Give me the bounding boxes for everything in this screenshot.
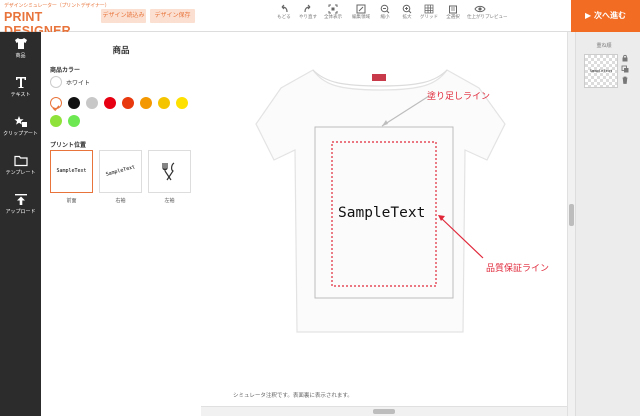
zoom-in-label: 拡大 (402, 15, 412, 20)
clipart-icon (13, 116, 27, 127)
duplicate-icon[interactable] (621, 65, 629, 73)
preview-button[interactable]: 仕上がりプレビュー (467, 4, 508, 20)
redo-label: やり直す (299, 15, 317, 20)
current-color-swatch (50, 76, 62, 88)
color-swatch-lime[interactable] (50, 115, 62, 127)
delete-all-button[interactable]: 全選択 (442, 4, 464, 20)
delete-all-icon (449, 5, 457, 14)
layers-panel: 重ね順 SampleText (575, 32, 640, 416)
left-sidebar: 商品 テキスト クリップアート テンプレート アップロード (0, 32, 41, 416)
view-right-sleeve-label: 右袖 (115, 198, 126, 204)
view-front-label: 前面 (66, 198, 77, 204)
zoom-in-icon (402, 4, 412, 14)
vertical-scrollbar[interactable] (567, 32, 575, 416)
sidebar-label-product: 商品 (15, 53, 26, 59)
view-right-sleeve-thumbnail[interactable]: SampleText (99, 150, 142, 193)
trash-icon[interactable] (621, 76, 629, 84)
print-designer-app: デザインシミュレーター（プリントデザイナー） PRINT DESIGNER デザ… (0, 0, 640, 416)
color-section-label: 商品カラー (50, 67, 81, 74)
sidebar-item-upload[interactable]: アップロード (0, 188, 41, 227)
zoom-in-button[interactable]: 拡大 (396, 4, 418, 20)
load-design-button[interactable]: デザイン読込み (101, 9, 146, 23)
zoom-out-icon (380, 4, 390, 14)
product-panel: 商品 商品カラー ホワイト プリント位置 SampleText 前面 Sampl… (41, 32, 201, 416)
fit-all-label: 全体表示 (324, 15, 342, 20)
lock-icon[interactable] (621, 54, 629, 62)
zoom-out-button[interactable]: 縮小 (374, 4, 396, 20)
save-design-button[interactable]: デザイン保存 (150, 9, 195, 23)
sidebar-item-clipart[interactable]: クリップアート (0, 110, 41, 149)
sidebar-label-upload: アップロード (5, 209, 36, 215)
color-swatch-white[interactable] (50, 97, 62, 112)
check-icon (52, 105, 60, 112)
edit-area-button[interactable]: 編集領域 (350, 4, 372, 20)
color-swatch-black[interactable] (68, 97, 80, 109)
color-swatch-orange[interactable] (140, 97, 152, 109)
color-swatch-orange-red[interactable] (122, 97, 134, 109)
delete-all-label: 全選択 (446, 15, 460, 20)
grid-label: グリッド (420, 15, 438, 20)
fork-knife-icon (162, 162, 175, 181)
undo-label: もどる (277, 15, 291, 20)
sidebar-item-product[interactable]: 商品 (0, 32, 41, 71)
view-left-sleeve-label: 左袖 (164, 198, 175, 204)
quality-line-label: 品質保証ライン (486, 264, 550, 274)
color-swatch-yellow[interactable] (176, 97, 188, 109)
design-canvas[interactable]: SampleText 塗り足しライン 品質保証ライン シミュレータ注釈です。表面… (201, 32, 569, 416)
bleed-line-label: 塗り足しライン (427, 92, 491, 102)
undo-icon (281, 4, 288, 13)
horizontal-scroll-thumb[interactable] (373, 409, 395, 414)
current-color-name: ホワイト (66, 80, 91, 87)
horizontal-scrollbar[interactable] (201, 406, 567, 416)
sidebar-label-clipart: クリップアート (3, 131, 38, 137)
fit-all-icon (328, 4, 338, 14)
layers-title: 重ね順 (596, 43, 612, 49)
view-front-sample: SampleText (56, 168, 87, 174)
edit-area-label: 編集領域 (352, 15, 370, 20)
view-left-sleeve-thumbnail[interactable] (148, 150, 191, 193)
grid-button[interactable]: グリッド (418, 4, 440, 20)
zoom-out-label: 縮小 (380, 15, 390, 20)
top-toolbar: デザインシミュレーター（プリントデザイナー） PRINT DESIGNER デザ… (0, 0, 640, 38)
canvas-note: シミュレータ注釈です。表面裏に表示されます。 (233, 393, 353, 399)
template-folder-icon (13, 155, 28, 167)
tshirt-icon (14, 38, 27, 49)
print-position-label: プリント位置 (50, 142, 87, 149)
fit-all-button[interactable]: 全体表示 (322, 4, 344, 20)
preview-icon (474, 5, 486, 13)
layer-thumbnail[interactable]: SampleText (584, 54, 618, 88)
layer-thumbnail-text: SampleText (589, 68, 613, 73)
logo-subtitle: デザインシミュレーター（プリントデザイナー） (4, 3, 110, 9)
next-step-button[interactable]: ▶ 次へ進む (571, 0, 640, 32)
view-right-sleeve-sample: SampleText (105, 164, 136, 178)
color-swatch-gold[interactable] (158, 97, 170, 109)
view-front-thumbnail[interactable]: SampleText (50, 150, 93, 193)
sidebar-item-text[interactable]: テキスト (0, 71, 41, 110)
sidebar-item-template[interactable]: テンプレート (0, 149, 41, 188)
sample-text-object[interactable]: SampleText (338, 205, 425, 221)
color-swatch-red[interactable] (104, 97, 116, 109)
grid-icon (424, 4, 434, 14)
text-icon (15, 77, 26, 88)
upload-icon (14, 194, 27, 205)
redo-icon (304, 4, 311, 13)
vertical-scroll-thumb[interactable] (569, 204, 574, 226)
sidebar-label-text: テキスト (10, 92, 31, 98)
color-swatch-gray[interactable] (86, 97, 98, 109)
preview-label: 仕上がりプレビュー (467, 15, 508, 20)
sidebar-label-template: テンプレート (5, 170, 36, 176)
undo-button[interactable]: もどる (273, 4, 295, 20)
panel-title: 商品 (112, 46, 130, 56)
color-swatch-green[interactable] (68, 115, 80, 127)
edit-area-icon (356, 4, 366, 14)
redo-button[interactable]: やり直す (297, 4, 319, 20)
